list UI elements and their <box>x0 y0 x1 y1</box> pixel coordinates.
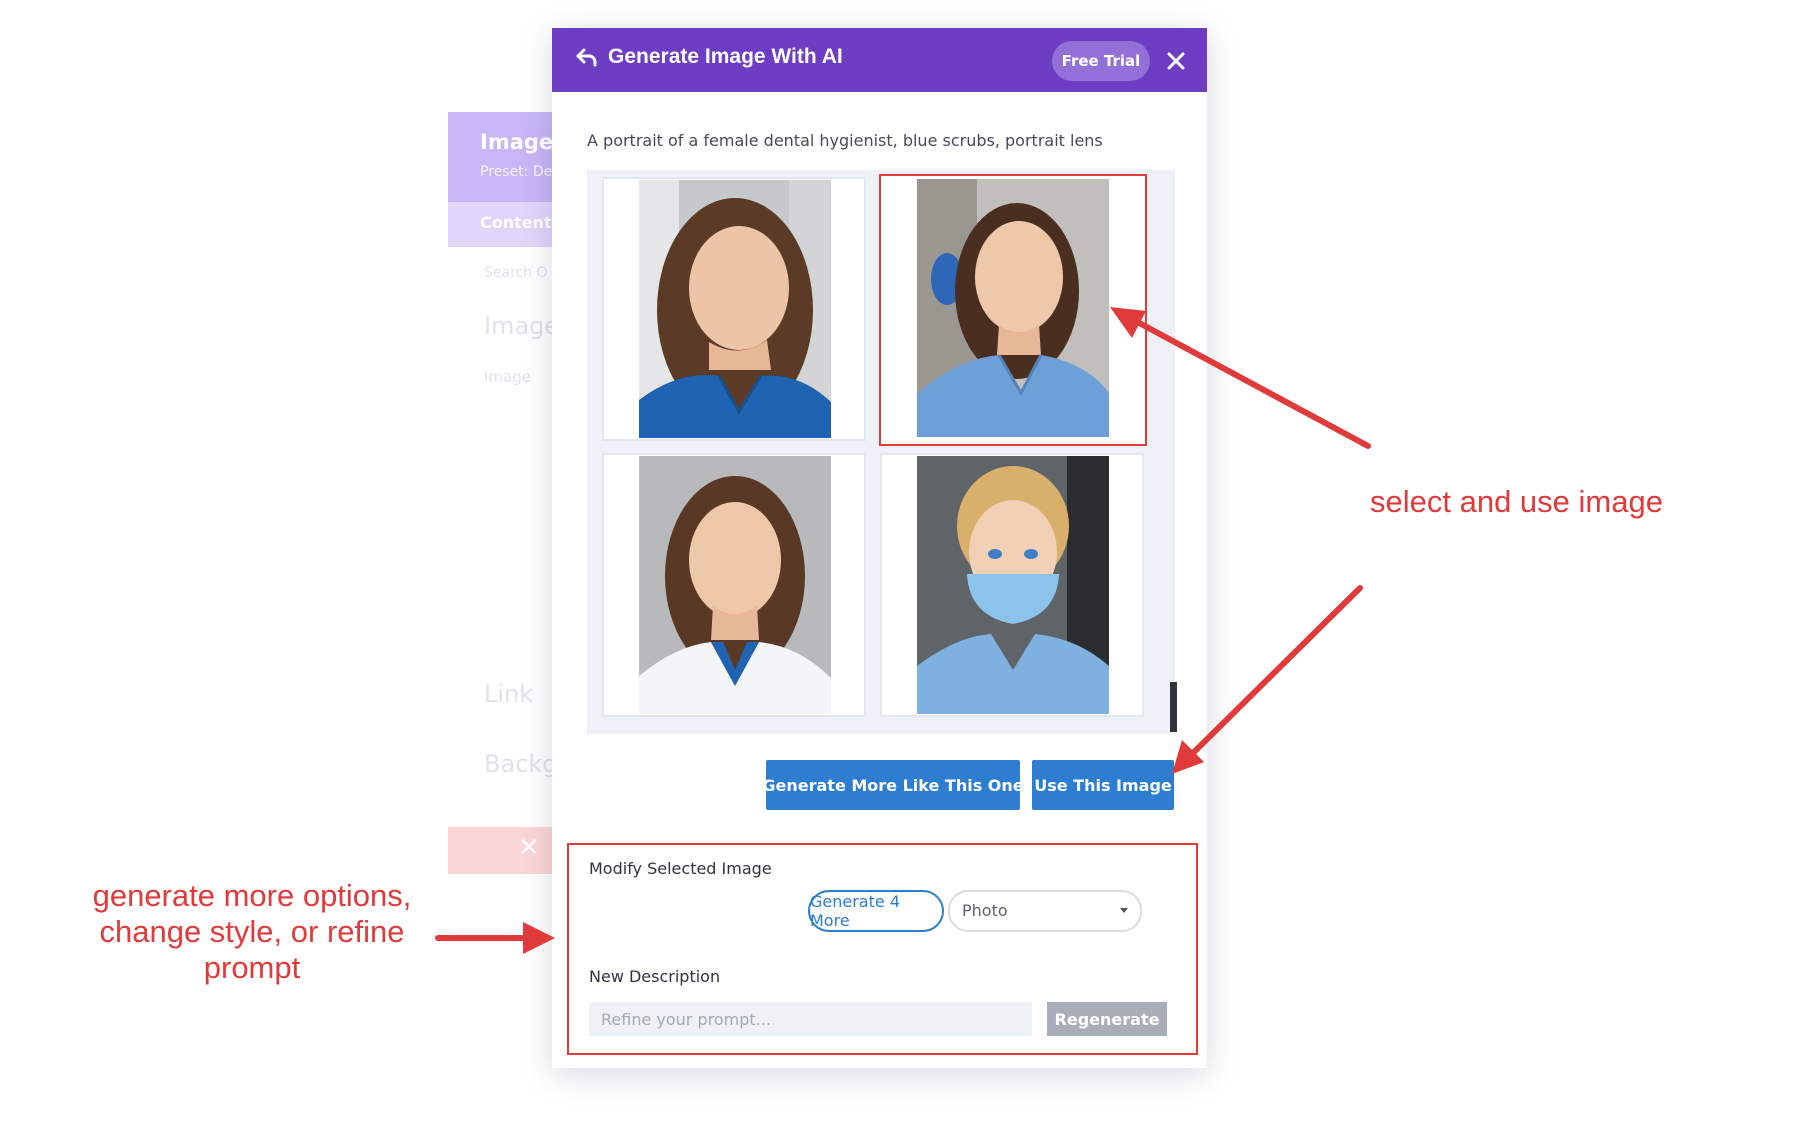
image-result-2-selected[interactable] <box>879 174 1147 446</box>
prompt-text: A portrait of a female dental hygienist,… <box>587 131 1103 150</box>
modal-title: Generate Image With AI <box>608 45 843 68</box>
background-panel-tab-label: Content <box>480 213 552 232</box>
generate-more-like-this-button[interactable]: Generate More Like This One <box>762 760 1024 810</box>
portrait-image-4 <box>917 456 1109 714</box>
arrow-to-modify-section <box>435 922 555 954</box>
image-results-grid <box>587 170 1177 734</box>
refine-prompt-input[interactable] <box>589 1002 1032 1036</box>
modal-header: Generate Image With AI Free Trial <box>552 28 1207 92</box>
image-result-4[interactable] <box>880 453 1144 717</box>
free-trial-badge[interactable]: Free Trial <box>1052 41 1150 81</box>
background-panel-preset: Preset: De <box>480 164 553 180</box>
modify-selected-image-section: Modify Selected Image Generate 4 More Ph… <box>567 843 1198 1055</box>
use-this-image-button[interactable]: Use This Image <box>1032 760 1174 810</box>
close-icon[interactable] <box>1162 47 1190 75</box>
portrait-image-3 <box>639 456 831 714</box>
background-section-image: Image <box>484 312 560 340</box>
background-section-link: Link <box>484 680 534 708</box>
grid-scrollbar-thumb[interactable] <box>1170 682 1177 732</box>
portrait-image-2 <box>917 179 1109 437</box>
modify-selected-image-label: Modify Selected Image <box>589 859 772 878</box>
image-result-1[interactable] <box>602 177 866 441</box>
dropdown-caret-icon <box>1120 908 1128 913</box>
new-description-label: New Description <box>589 967 721 986</box>
generate-image-modal: Generate Image With AI Free Trial A port… <box>552 28 1207 1068</box>
annotation-generate-more: generate more options, change style, or … <box>92 878 412 985</box>
background-section-background: Backg <box>484 750 558 778</box>
style-select[interactable]: Photo <box>948 890 1142 932</box>
close-x-icon: ✕ <box>518 833 540 863</box>
background-field-image: Image <box>484 368 531 386</box>
image-result-3[interactable] <box>602 453 866 717</box>
regenerate-button[interactable]: Regenerate <box>1047 1002 1167 1036</box>
portrait-image-1 <box>639 180 831 438</box>
style-select-value: Photo <box>962 901 1008 920</box>
background-search-label: Search O <box>484 265 548 281</box>
annotation-select-use: select and use image <box>1370 484 1663 519</box>
generate-4-more-button[interactable]: Generate 4 More <box>808 890 944 932</box>
back-arrow-icon[interactable] <box>574 44 600 70</box>
